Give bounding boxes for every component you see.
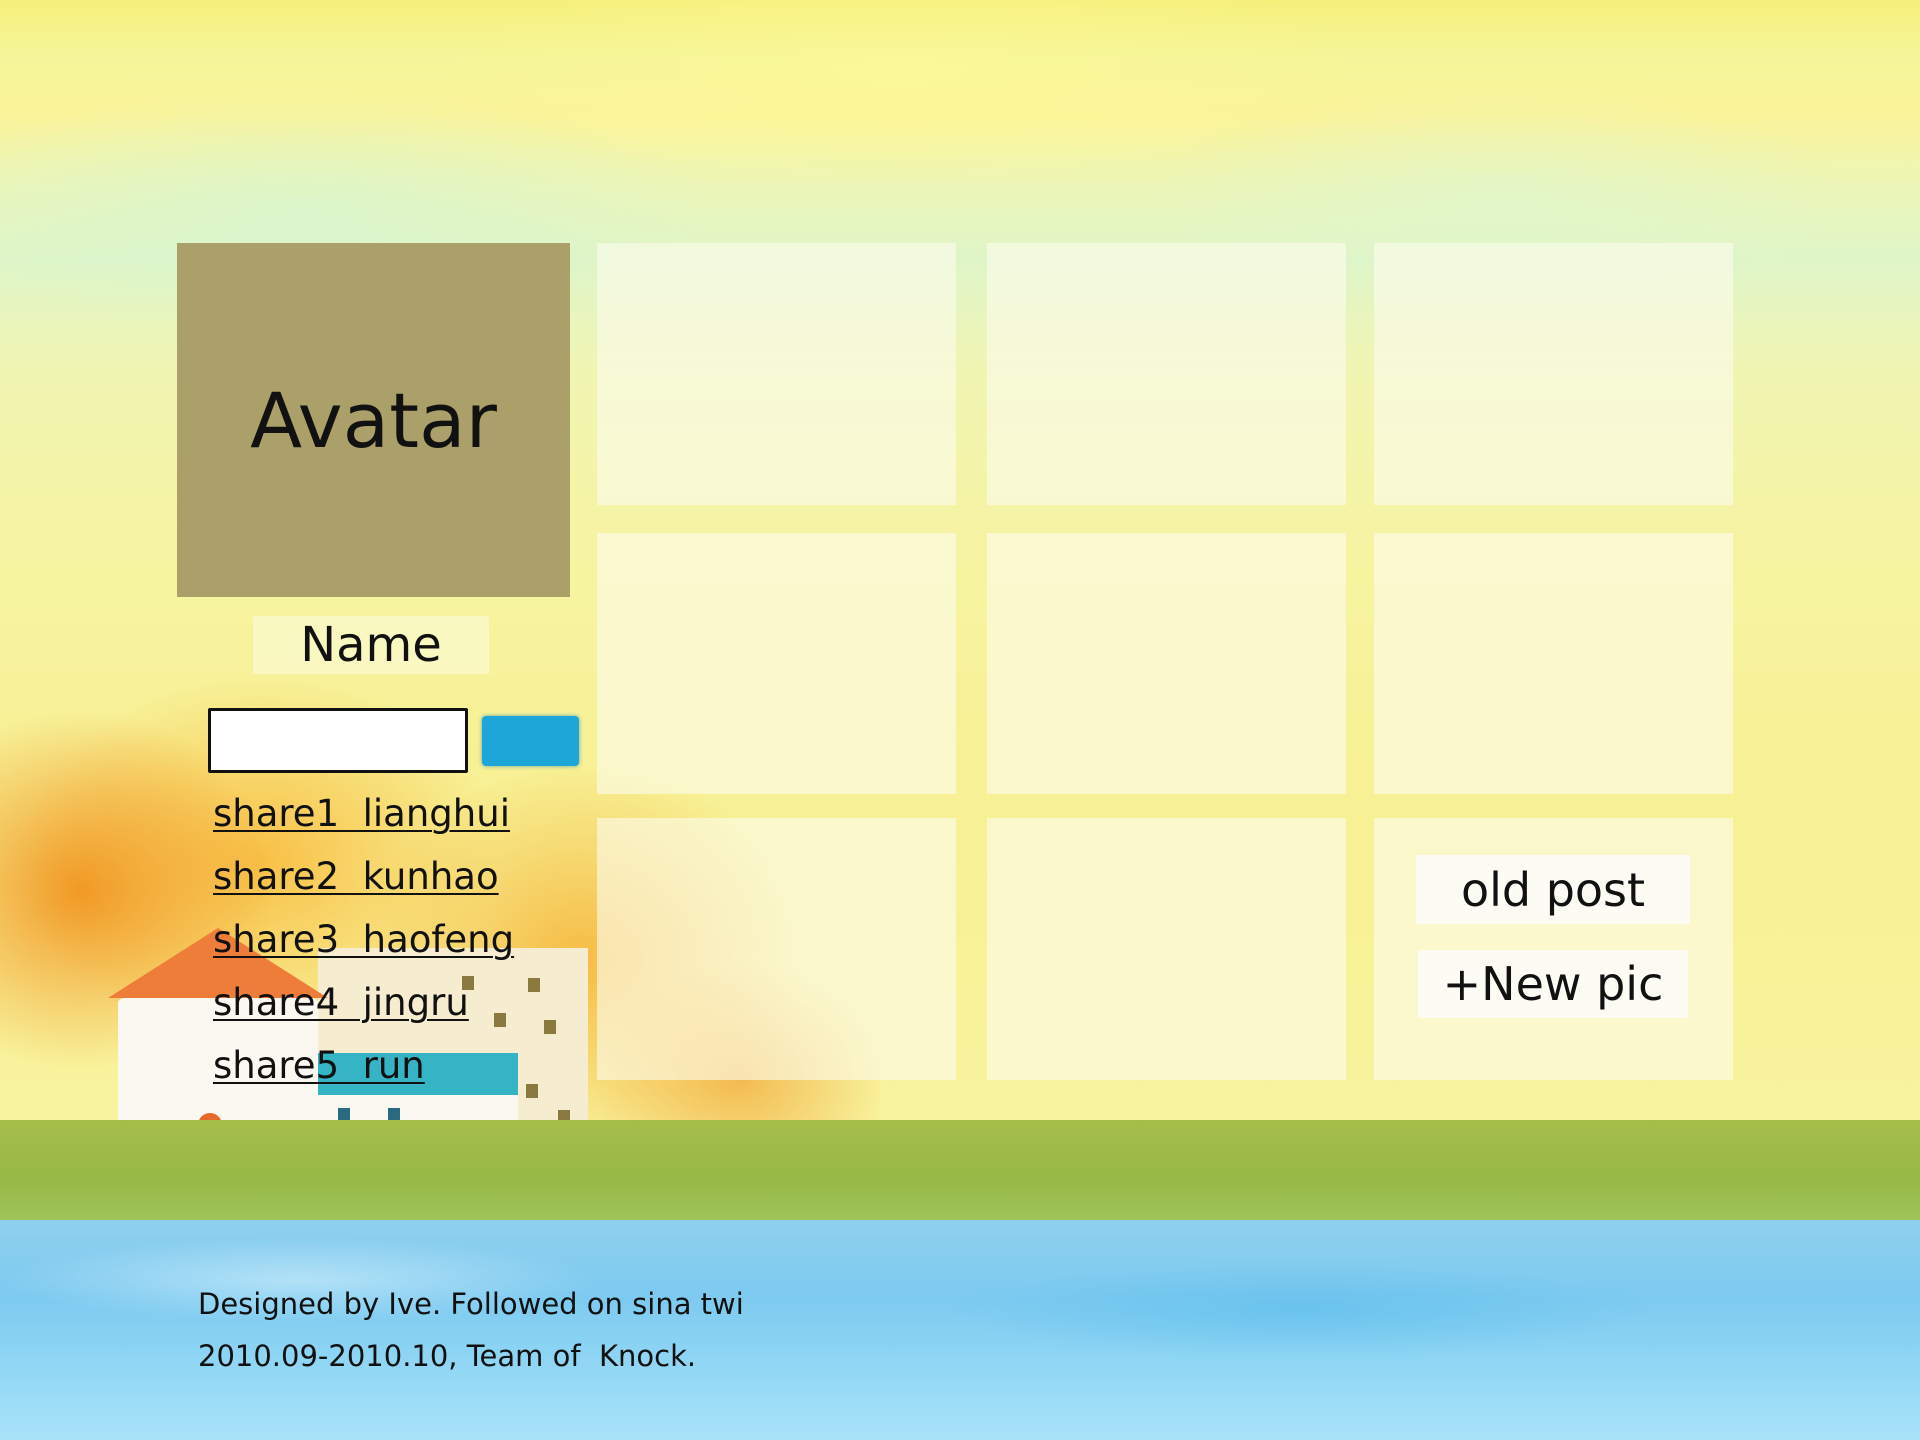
avatar-label: Avatar [250, 375, 497, 465]
search-button[interactable] [482, 716, 579, 766]
search-input[interactable] [208, 708, 468, 773]
house-window [528, 978, 540, 992]
list-item: share5 run [213, 1038, 514, 1101]
list-item: share1 lianghui [213, 786, 514, 849]
share-link-lianghui[interactable]: share1 lianghui [213, 792, 510, 835]
photo-tile-2[interactable] [987, 243, 1346, 505]
share-link-run[interactable]: share5 run [213, 1044, 425, 1087]
photo-tile-5[interactable] [987, 533, 1346, 794]
house-window [544, 1020, 556, 1034]
list-item: share3 haofeng [213, 912, 514, 975]
house-window [526, 1084, 538, 1098]
list-item: share2 kunhao [213, 849, 514, 912]
old-post-button[interactable]: old post [1416, 855, 1690, 924]
share-list: share1 lianghui share2 kunhao share3 hao… [213, 786, 514, 1101]
list-item: share4 jingru [213, 975, 514, 1038]
page-background: Avatar Name share1 lianghui share2 kunha… [0, 0, 1920, 1440]
share-link-jingru[interactable]: share4 jingru [213, 981, 469, 1024]
footer: Designed by Ive. Followed on sina twi 20… [198, 1278, 744, 1382]
photo-tile-3[interactable] [1374, 243, 1733, 505]
photo-tile-7[interactable] [597, 818, 956, 1080]
photo-tile-1[interactable] [597, 243, 956, 505]
footer-credit: Designed by Ive. Followed on sina twi [198, 1287, 744, 1321]
photo-tile-6[interactable] [1374, 533, 1733, 794]
photo-tile-4[interactable] [597, 533, 956, 794]
name-label: Name [300, 617, 442, 673]
share-link-kunhao[interactable]: share2 kunhao [213, 855, 499, 898]
photo-tile-8[interactable] [987, 818, 1346, 1080]
avatar[interactable]: Avatar [177, 243, 570, 597]
profile-name: Name [253, 616, 489, 674]
footer-dates: 2010.09-2010.10, Team of Knock. [198, 1339, 697, 1373]
new-pic-button[interactable]: +New pic [1418, 950, 1688, 1018]
share-link-haofeng[interactable]: share3 haofeng [213, 918, 514, 961]
